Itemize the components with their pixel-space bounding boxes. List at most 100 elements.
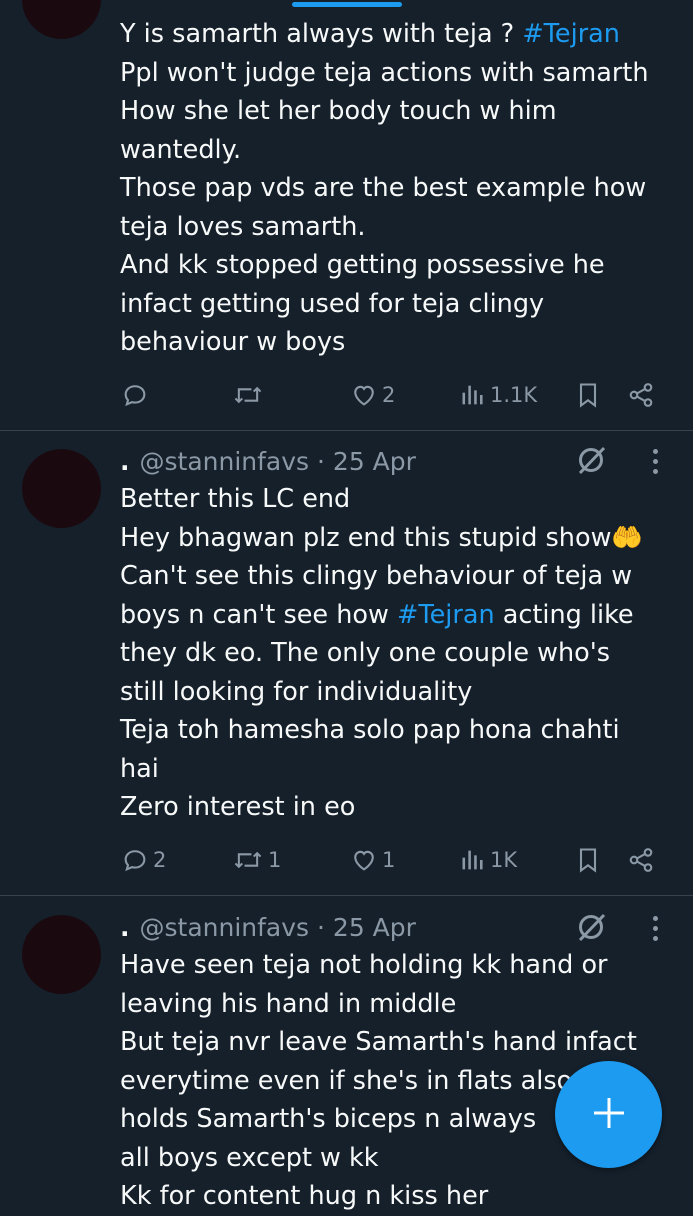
tweet-text-segment: How she let her body touch w him [120, 96, 557, 126]
tweet-text-segment: Can't see this clingy behaviour of teja … [120, 561, 633, 591]
reply-button[interactable]: 2 [121, 840, 166, 880]
tweet-text-segment: boys n can't see how [120, 599, 397, 630]
scroll-indicator [292, 2, 402, 7]
tweet-text-line: Y is samarth always with teja ? #Tejran [120, 15, 680, 54]
tweet-text-segment: Better this LC end [120, 484, 351, 514]
compose-button[interactable] [555, 1061, 662, 1168]
heart-icon [350, 381, 378, 409]
like-button[interactable]: 1 [350, 840, 395, 880]
tweet-text-segment: And kk stopped getting possessive he [120, 250, 605, 280]
tweet-text-segment: hai [120, 753, 159, 784]
retweet-button[interactable]: 1 [232, 840, 281, 880]
user-handle[interactable]: @stanninfavs [140, 913, 310, 942]
compose-plus-icon [591, 1095, 627, 1135]
tweet-text-segment: acting like [494, 599, 634, 630]
tweet-text-line: hai [120, 750, 680, 789]
display-name[interactable]: . [120, 447, 130, 476]
views-button[interactable]: 1.1K [460, 375, 537, 415]
header-separator: · [309, 446, 333, 476]
grok-icon[interactable] [574, 443, 608, 477]
tweet-text-line: leaving his hand in middle [120, 985, 680, 1024]
tweet-text-line: wantedly. [120, 131, 680, 170]
share-icon [627, 381, 655, 409]
avatar[interactable] [22, 915, 101, 994]
tweet-text-segment: Those pap vds are the best example how [120, 173, 647, 203]
retweet-icon [232, 381, 264, 409]
tweet-text-segment: Kk for content hug n kiss her [120, 1181, 489, 1211]
reply-button[interactable] [121, 375, 153, 415]
bookmark-icon [576, 846, 600, 874]
retweet-button[interactable] [232, 375, 268, 415]
grok-icon[interactable] [574, 910, 608, 944]
tweet-text-line: Hey bhagwan plz end this stupid show🤲 [120, 519, 680, 558]
tweet-text-segment: Y is samarth always with teja ? [120, 19, 523, 49]
tweet-text-line: Zero interest in eo [120, 788, 680, 827]
tweet-text-line: But teja nvr leave Samarth's hand infact [120, 1023, 680, 1062]
tweet-actions: 2 1 1 1K [0, 840, 693, 880]
tweet-text-line: infact getting used for teja clingy [120, 285, 680, 324]
more-options-icon[interactable] [640, 444, 670, 478]
tweet-text-segment: they dk eo. The only one couple who's [120, 638, 611, 668]
tweet-text-segment: infact getting used for teja clingy [120, 288, 545, 319]
tweet-text-segment: But teja nvr leave Samarth's hand infact [120, 1027, 637, 1057]
tweet-text-segment: everytime even if she's in flats also [120, 1065, 573, 1096]
tweet-header: . @stanninfavs · 25 Apr [120, 443, 416, 479]
reply-icon [121, 846, 149, 874]
like-button[interactable]: 2 [350, 375, 395, 415]
retweet-icon [232, 846, 264, 874]
tweet-text-line: Kk for content hug n kiss her [120, 1177, 680, 1216]
tweet-text-line: Better this LC end [120, 480, 680, 519]
like-count: 1 [382, 848, 396, 872]
tweet-text-line: Can't see this clingy behaviour of teja … [120, 557, 680, 596]
hashtag-link[interactable]: #Tejran [397, 600, 495, 630]
tweet-text-segment: leaving his hand in middle [120, 988, 457, 1019]
like-count: 2 [382, 383, 396, 407]
tweet-header: . @stanninfavs · 25 Apr [120, 909, 416, 945]
views-count: 1K [490, 848, 518, 872]
tweet-text-line: boys n can't see how #Tejran acting like [120, 596, 680, 635]
views-icon [460, 381, 486, 409]
tweet-text-line: Teja toh hamesha solo pap hona chahti [120, 711, 680, 750]
tweet-actions: 2 1.1K [0, 375, 693, 415]
views-icon [460, 846, 486, 874]
tweet-text-segment: behaviour w boys [120, 327, 346, 357]
tweet-text-segment: Teja toh hamesha solo pap hona chahti [120, 715, 620, 745]
tweet-text-segment: Have seen teja not holding kk hand or [120, 950, 608, 980]
tweet-text-segment: still looking for individuality [120, 676, 473, 707]
tweet-text-line: behaviour w boys [120, 323, 680, 362]
share-button[interactable] [627, 375, 655, 415]
tweet-divider [0, 430, 693, 431]
more-options-icon[interactable] [640, 911, 670, 945]
bookmark-button[interactable] [576, 375, 600, 415]
tweet-text-segment: all boys except w kk [120, 1142, 379, 1173]
tweet-text-segment: Hey bhagwan plz end this stupid show🤲 [120, 522, 644, 553]
header-separator: · [309, 912, 333, 942]
tweet-date[interactable]: 25 Apr [333, 913, 416, 942]
tweet-text-line: they dk eo. The only one couple who's [120, 634, 680, 673]
tweet-date[interactable]: 25 Apr [333, 447, 416, 476]
views-button[interactable]: 1K [460, 840, 517, 880]
tweet-body: Y is samarth always with teja ? #Tejran P… [120, 15, 680, 362]
avatar[interactable] [22, 0, 101, 39]
bookmark-button[interactable] [576, 840, 600, 880]
user-handle[interactable]: @stanninfavs [140, 447, 310, 476]
tweet-text-line: How she let her body touch w him [120, 92, 680, 131]
tweet-text-line: Those pap vds are the best example how [120, 169, 680, 208]
tweet-text-segment: wantedly. [120, 134, 242, 165]
share-icon [627, 846, 655, 874]
hashtag-link[interactable]: #Tejran [522, 19, 620, 49]
tweet-text-segment: Zero interest in eo [120, 792, 356, 822]
display-name[interactable]: . [120, 913, 130, 942]
heart-icon [350, 846, 378, 874]
tweet-divider [0, 895, 693, 896]
tweet-text-segment: Ppl won't judge teja actions with samart… [120, 57, 649, 88]
share-button[interactable] [627, 840, 655, 880]
tweet-text-line: still looking for individuality [120, 673, 680, 712]
tweet-text-line: teja loves samarth. [120, 208, 680, 247]
avatar[interactable] [22, 449, 101, 528]
tweet-text-segment: holds Samarth's biceps n always [120, 1104, 537, 1134]
tweet-body: Better this LC end Hey bhagwan plz end th… [120, 480, 680, 827]
views-count: 1.1K [490, 383, 538, 407]
reply-count: 2 [153, 848, 167, 872]
retweet-count: 1 [268, 848, 282, 872]
